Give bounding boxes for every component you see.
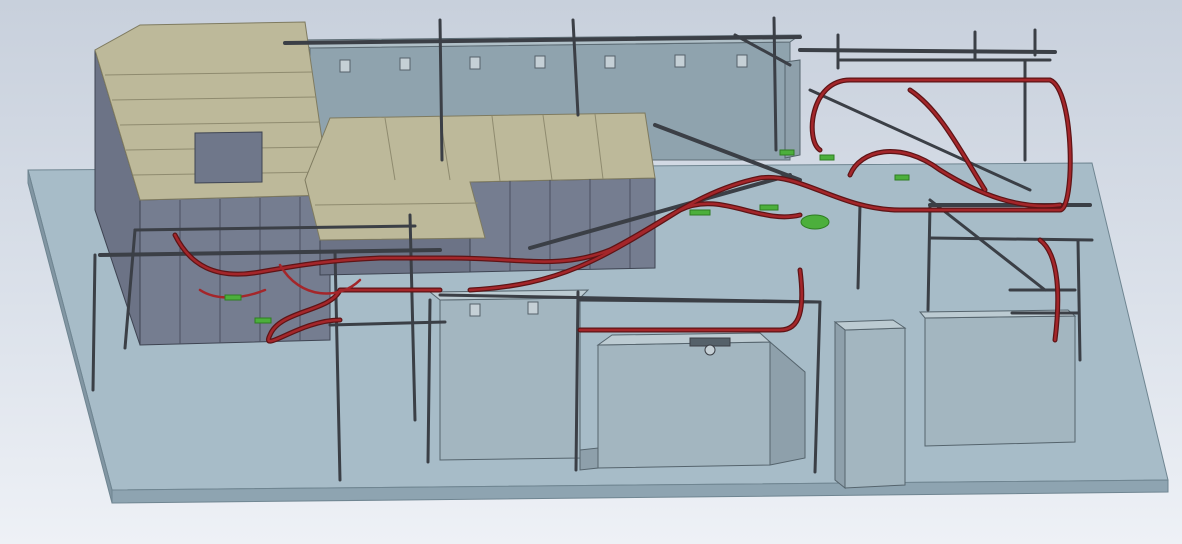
cad-viewport[interactable] (0, 0, 1182, 544)
tank-2 (579, 332, 806, 471)
conveyor-system-3d-model (27, 16, 1169, 504)
take-up-icon (800, 214, 830, 230)
tank-4 (784, 59, 801, 159)
control-cabinet (833, 319, 907, 490)
tank-1 (428, 289, 590, 461)
left-booth-front (139, 194, 331, 346)
tank-3 (918, 309, 1077, 447)
left-booth-notch (194, 131, 263, 184)
